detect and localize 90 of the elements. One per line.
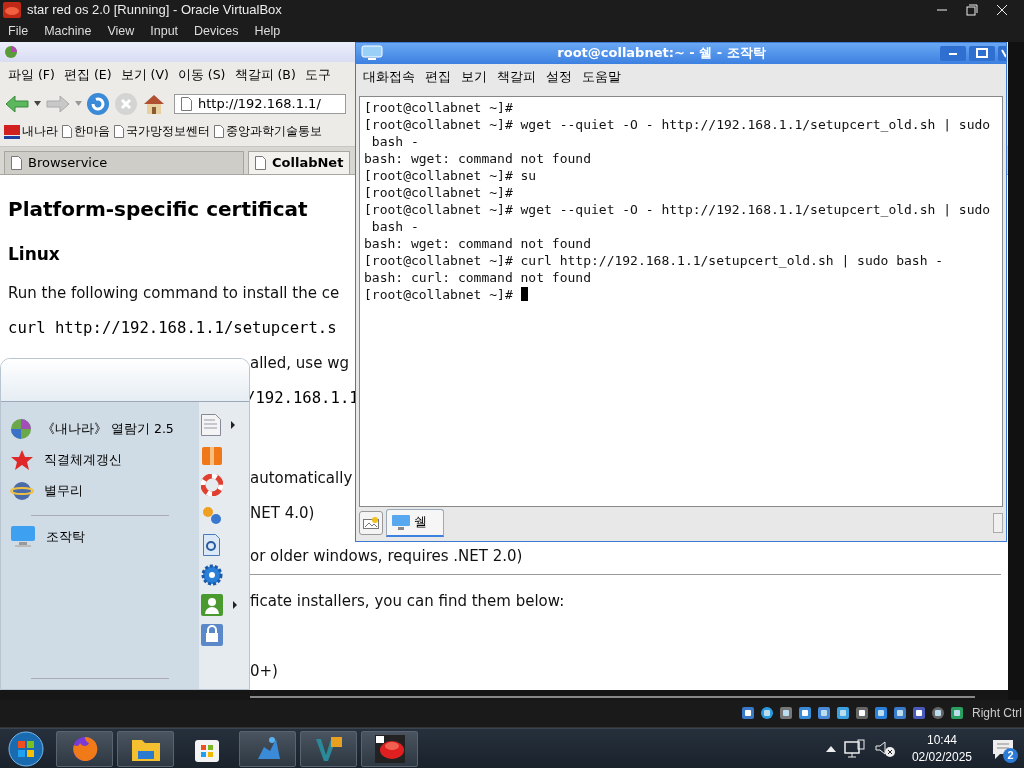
menu-item[interactable]: 파일 (F)	[4, 67, 59, 85]
browser-tab[interactable]: CollabNet	[248, 150, 351, 174]
muted-speaker-icon[interactable]	[873, 738, 896, 759]
terminal-line: [root@collabnet ~]# wget --quiet -O - http://192.168.1.1/setupcert_old.sh | sudo	[364, 201, 991, 217]
menu-item[interactable]: 책갈피 (B)	[230, 67, 300, 85]
menu-item[interactable]: 대화접속	[360, 69, 422, 87]
page-icon	[181, 96, 192, 111]
menu-item[interactable]: 책갈피	[494, 69, 543, 87]
app-icon	[3, 1, 21, 18]
bookmark-item[interactable]: 중앙과학기술통보	[214, 123, 322, 141]
menu-item[interactable]: 편집	[422, 69, 458, 87]
browser-tab[interactable]: Browservice	[4, 150, 244, 174]
bookmark-item[interactable]: 국가망정보쎈터	[114, 123, 210, 141]
page-icon	[11, 155, 22, 170]
start-button[interactable]	[8, 730, 44, 767]
menu-item[interactable]: 설정	[543, 69, 579, 87]
terminal-line: [root@collabnet ~]#	[364, 286, 514, 302]
star-icon	[10, 449, 34, 472]
terminal-line: [root@collabnet ~]#	[364, 99, 513, 115]
paragraph-text: NET 4.0)	[250, 504, 315, 523]
terminal-line: [root@collabnet ~]# wget --quiet -O - http://192.168.1.1/setupcert_old.sh | sudo	[364, 116, 991, 132]
firefox-icon[interactable]	[70, 734, 99, 763]
terminal-line: bash: curl: command not found	[364, 269, 591, 285]
settings-icon[interactable]	[201, 563, 223, 586]
terminal-line: [root@collabnet ~]# su	[364, 167, 537, 183]
terminal-line: bash -	[370, 218, 419, 234]
window-title: star red os 2.0 [Running] - Oracle VirtualBox	[27, 2, 282, 18]
menu-item[interactable]: 도움말	[579, 69, 628, 87]
paragraph-text: Run the following command to install the ce	[8, 284, 340, 303]
show-hidden-icon[interactable]	[825, 744, 836, 753]
close-icon[interactable]	[994, 2, 1010, 17]
menu-item[interactable]: Machine	[40, 23, 98, 38]
menu-item[interactable]: Help	[250, 23, 287, 38]
menu-item[interactable]: Input	[146, 23, 185, 38]
menu-item[interactable]: 《내나라》 열람기 2.5	[1, 413, 199, 445]
user-icon[interactable]	[201, 593, 223, 616]
paragraph-text: or older windows, requires .NET 2.0)	[250, 547, 523, 566]
page-icon	[214, 125, 224, 139]
menu-item[interactable]: 보기	[458, 69, 494, 87]
paragraph-text: alled, use wg	[250, 354, 349, 373]
menu-item[interactable]: 도구	[300, 67, 335, 85]
globe-icon	[10, 418, 32, 441]
globe-icon	[4, 44, 18, 59]
command-text: /192.168.1.1	[246, 389, 359, 408]
menu-item[interactable]: File	[4, 23, 35, 38]
new-tab-button[interactable]	[359, 510, 383, 535]
menu-item[interactable]: 이동 (S)	[173, 67, 230, 85]
restore-icon[interactable]	[964, 2, 980, 17]
menu-item[interactable]: 조작탁	[1, 521, 199, 553]
planet-icon	[10, 480, 34, 503]
bookmark-item[interactable]: 한마음	[62, 123, 110, 141]
lock-icon[interactable]	[201, 623, 223, 646]
command-text: curl http://192.168.1.1/setupcert.s	[8, 319, 337, 338]
clock[interactable]: 10:44 02/02/2025	[903, 731, 980, 766]
lifebuoy-icon[interactable]	[201, 473, 223, 496]
flag-icon	[4, 124, 20, 139]
menu-item[interactable]: 보기 (V)	[116, 67, 173, 85]
paragraph-text: 0+)	[250, 662, 278, 681]
page-icon	[255, 155, 266, 170]
window-title: root@collabnet:~ - 쉘 - 조작탁	[556, 44, 767, 63]
maximize-icon[interactable]	[969, 45, 995, 61]
terminal-tab[interactable]: 쉘	[386, 508, 444, 537]
dropdown-icon[interactable]	[34, 101, 41, 107]
page-icon	[114, 125, 124, 139]
document-search-icon[interactable]	[201, 533, 223, 556]
minimize-icon[interactable]	[940, 45, 966, 61]
home-icon[interactable]	[142, 92, 166, 115]
menu-item[interactable]: 직결체계갱신	[1, 444, 199, 476]
reload-icon[interactable]	[86, 91, 110, 116]
vs-logo-icon[interactable]	[313, 734, 344, 763]
menu-item[interactable]: 별무리	[1, 475, 199, 507]
terminal-line: [root@collabnet ~]# curl http://192.168.1.1/setupcert_old.sh | sudo bash -	[364, 252, 944, 268]
document-icon[interactable]	[201, 413, 221, 436]
url-field[interactable]: http://192.168.1.1/	[174, 93, 346, 114]
host-key-label: Right Ctrl	[972, 706, 1022, 721]
page-icon	[62, 125, 72, 139]
section-heading: Linux	[8, 244, 60, 265]
terminal-line: bash: wget: command not found	[364, 235, 591, 251]
terminal-line: bash: wget: command not found	[364, 150, 591, 166]
page-heading: Platform-specific certificat	[8, 197, 308, 222]
terminal-line: [root@collabnet ~]#	[364, 184, 513, 200]
vm-icon[interactable]	[373, 733, 406, 764]
terminal-line: bash -	[370, 133, 419, 149]
paragraph-text: automatically	[250, 469, 353, 488]
menu-item[interactable]: 편집 (E)	[59, 67, 116, 85]
paragraph-text: ficate installers, you can find them below:	[250, 592, 565, 611]
menu-item[interactable]: Devices	[190, 23, 245, 38]
image-icon	[363, 516, 379, 530]
bookmark-item[interactable]: 내나라	[4, 123, 58, 141]
menu-item[interactable]: View	[103, 23, 141, 38]
